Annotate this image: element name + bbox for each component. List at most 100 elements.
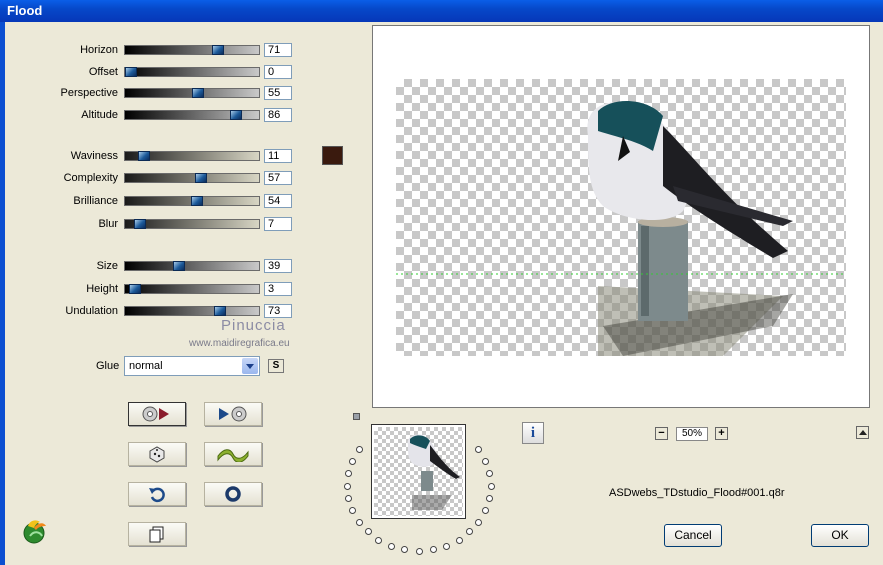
- apply-preview-button[interactable]: [128, 402, 186, 426]
- navigator-dot: [429, 546, 437, 554]
- slider-row-blur: Blur 7: [0, 217, 300, 235]
- slider-track[interactable]: [124, 110, 260, 120]
- window-title: Flood: [7, 3, 43, 18]
- slider-track[interactable]: [124, 261, 260, 271]
- navigator-dot: [355, 518, 363, 526]
- slider-track[interactable]: [124, 45, 260, 55]
- play-preview-button[interactable]: [204, 402, 262, 426]
- navigator-dot: [348, 507, 356, 515]
- slider-row-waviness: Waviness 11: [0, 149, 300, 167]
- wave-button[interactable]: [204, 442, 262, 466]
- slider-thumb[interactable]: [134, 219, 146, 229]
- chevron-down-icon[interactable]: [242, 358, 258, 374]
- slider-value-field[interactable]: 39: [264, 259, 292, 273]
- slider-thumb[interactable]: [214, 306, 226, 316]
- navigator-handle[interactable]: [353, 413, 360, 420]
- slider-value-field[interactable]: 86: [264, 108, 292, 122]
- slider-value-field[interactable]: 54: [264, 194, 292, 208]
- navigator-thumbnail[interactable]: [371, 424, 466, 519]
- slider-label: Horizon: [80, 44, 118, 56]
- info-button[interactable]: i: [522, 422, 544, 444]
- slider-row-horizon: Horizon 71: [0, 43, 300, 61]
- glue-select-value: normal: [129, 360, 163, 372]
- navigator-dot: [344, 469, 352, 477]
- slider-value-field[interactable]: 11: [264, 149, 292, 163]
- slider-track[interactable]: [124, 67, 260, 77]
- play-preview-icon: [219, 406, 247, 422]
- slider-thumb[interactable]: [195, 173, 207, 183]
- navigator-dot: [415, 547, 423, 555]
- slider-track[interactable]: [124, 173, 260, 183]
- slider-value-field[interactable]: 0: [264, 65, 292, 79]
- navigator-dot: [375, 536, 383, 544]
- zoom-minus-button[interactable]: −: [655, 427, 668, 440]
- slider-thumb[interactable]: [125, 67, 137, 77]
- navigator-dot: [387, 542, 395, 550]
- ok-button[interactable]: OK: [811, 524, 869, 547]
- slider-track[interactable]: [124, 88, 260, 98]
- slider-label: Undulation: [65, 305, 118, 317]
- watermark-site: www.maidiregrafica.eu: [189, 338, 290, 349]
- slider-thumb[interactable]: [173, 261, 185, 271]
- slider-label: Waviness: [70, 150, 118, 162]
- slider-row-height: Height 3: [0, 282, 300, 300]
- slider-row-complexity: Complexity 57: [0, 171, 300, 189]
- glue-s-button[interactable]: S: [268, 359, 284, 373]
- scroll-up-icon[interactable]: [856, 426, 869, 439]
- slider-thumb[interactable]: [138, 151, 150, 161]
- info-icon: i: [530, 425, 536, 441]
- zoom-plus-icon: +: [718, 427, 725, 439]
- slider-thumb[interactable]: [212, 45, 224, 55]
- navigator-dot: [401, 546, 409, 554]
- reset-button[interactable]: [204, 482, 262, 506]
- flood-color-swatch[interactable]: [322, 146, 343, 165]
- undo-button[interactable]: [128, 482, 186, 506]
- navigator-dot: [486, 495, 494, 503]
- slider-label: Size: [96, 260, 118, 272]
- slider-value-field[interactable]: 57: [264, 171, 292, 185]
- wave-icon: [217, 449, 249, 462]
- navigator-dot: [364, 528, 372, 536]
- glue-select[interactable]: normal: [124, 356, 260, 376]
- navigator-dot: [348, 457, 356, 465]
- slider-track[interactable]: [124, 284, 260, 294]
- undo-icon: [149, 487, 165, 503]
- navigator-dot: [455, 536, 463, 544]
- zoom-plus-button[interactable]: +: [715, 427, 728, 440]
- slider-value-field[interactable]: 71: [264, 43, 292, 57]
- slider-track[interactable]: [124, 219, 260, 229]
- app-logo-icon: [23, 520, 46, 544]
- reset-circle-icon: [225, 486, 241, 502]
- zoom-level: 50%: [676, 427, 708, 441]
- copy-button[interactable]: [128, 522, 186, 546]
- preview-pane[interactable]: [372, 25, 870, 408]
- apply-preview-icon: [142, 406, 169, 422]
- navigator-dot: [487, 482, 495, 490]
- cancel-button[interactable]: Cancel: [664, 524, 722, 547]
- slider-thumb[interactable]: [192, 88, 204, 98]
- dice-random-icon: [149, 446, 165, 463]
- slider-track[interactable]: [124, 151, 260, 161]
- slider-value-field[interactable]: 55: [264, 86, 292, 100]
- preview-image: [396, 100, 846, 356]
- slider-value-field[interactable]: 73: [264, 304, 292, 318]
- slider-track[interactable]: [124, 306, 260, 316]
- title-bar: Flood: [0, 0, 883, 22]
- slider-label: Complexity: [63, 172, 118, 184]
- slider-label: Altitude: [81, 109, 118, 121]
- slider-label: Height: [86, 283, 118, 295]
- random-button[interactable]: [128, 442, 186, 466]
- navigator-dot: [486, 469, 494, 477]
- slider-thumb[interactable]: [191, 196, 203, 206]
- slider-track[interactable]: [124, 196, 260, 206]
- slider-value-field[interactable]: 7: [264, 217, 292, 231]
- navigator-dot: [475, 446, 483, 454]
- zoom-minus-icon: −: [658, 427, 665, 439]
- slider-value-field[interactable]: 3: [264, 282, 292, 296]
- slider-row-offset: Offset 0: [0, 65, 300, 83]
- slider-row-size: Size 39: [0, 259, 300, 277]
- slider-thumb[interactable]: [129, 284, 141, 294]
- watermark-name: Pinuccia: [221, 317, 286, 334]
- slider-thumb[interactable]: [230, 110, 242, 120]
- slider-row-altitude: Altitude 86: [0, 108, 300, 126]
